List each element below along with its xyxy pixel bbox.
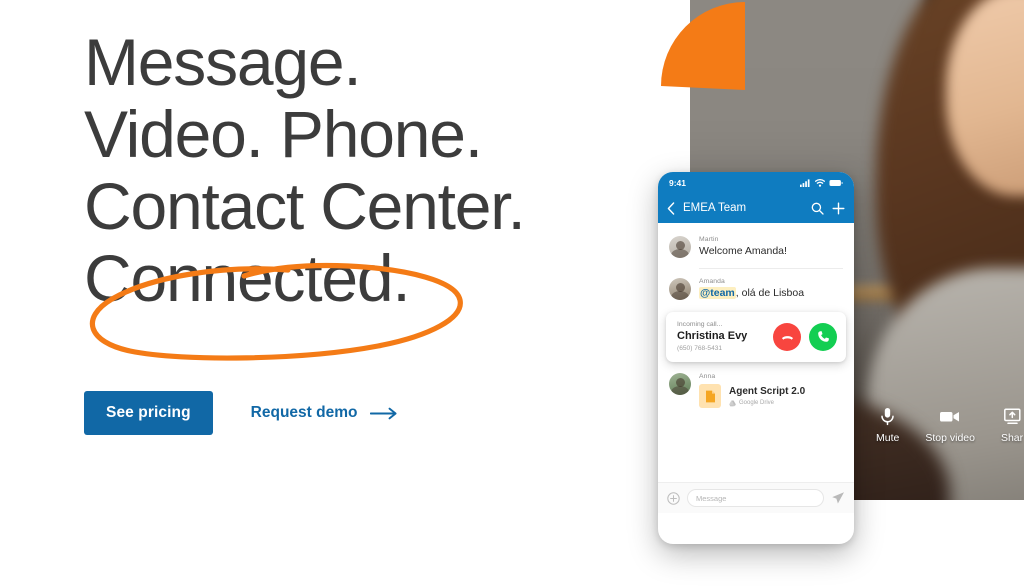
- hero-text-block: Message. Video. Phone. Contact Center. C…: [84, 25, 644, 361]
- google-drive-icon: [729, 400, 736, 406]
- decline-call-button[interactable]: [773, 322, 801, 351]
- search-icon[interactable]: [811, 202, 824, 215]
- mute-button[interactable]: Mute: [876, 407, 899, 444]
- cta-row: See pricing Request demo: [84, 391, 398, 435]
- conversation-title: EMEA Team: [683, 202, 747, 214]
- chevron-left-icon[interactable]: [667, 201, 675, 215]
- video-camera-icon: [940, 412, 960, 422]
- cellular-signal-icon: [800, 178, 810, 187]
- share-screen-button[interactable]: Shar: [1001, 407, 1023, 444]
- phone-hangup-icon: [781, 336, 793, 340]
- phone-answer-icon: [817, 331, 829, 342]
- share-screen-icon: [1003, 408, 1021, 425]
- message-author: Anna: [699, 373, 716, 380]
- message-content: Martin Welcome Amanda!: [699, 236, 843, 258]
- file-meta: Agent Script 2.0 Google Drive: [729, 386, 805, 407]
- microphone-icon: [881, 408, 894, 426]
- status-system-icons: [800, 178, 843, 187]
- stop-video-label: Stop video: [925, 432, 975, 444]
- battery-icon: [829, 179, 843, 186]
- message-composer: [658, 482, 854, 513]
- file-message-content: Anna Agent Script 2.0 Google Drive: [699, 373, 843, 408]
- file-source: Google Drive: [729, 400, 805, 407]
- phone-app-bar: EMEA Team: [658, 193, 854, 223]
- stop-video-button[interactable]: Stop video: [925, 407, 975, 444]
- send-icon[interactable]: [831, 491, 845, 505]
- file-attachment[interactable]: Agent Script 2.0 Google Drive: [699, 384, 843, 408]
- orange-wedge-decoration: [661, 2, 745, 90]
- avatar: [669, 373, 691, 395]
- message-text-rest: , olá de Lisboa: [735, 287, 805, 299]
- message-author: Martin: [699, 236, 719, 243]
- request-demo-link[interactable]: Request demo: [251, 404, 399, 422]
- video-call-controls: Mute Stop video Shar: [876, 407, 1023, 444]
- message-author: Amanda: [699, 278, 725, 285]
- mention-tag[interactable]: @team: [699, 287, 736, 299]
- see-pricing-button[interactable]: See pricing: [84, 391, 213, 435]
- arrow-right-icon: [370, 407, 398, 419]
- file-message-item[interactable]: Anna Agent Script 2.0 Google Drive: [658, 368, 854, 414]
- message-divider: [699, 268, 843, 269]
- avatar: [669, 236, 691, 258]
- phone-mockup: 9:41 EMEA Team Martin Welcome Amanda! Am…: [658, 172, 854, 544]
- incoming-call-card: Incoming call... Christina Evy (650) 768…: [666, 312, 846, 362]
- page-title: Message. Video. Phone. Contact Center. C…: [84, 25, 526, 315]
- message-text: @team, olá de Lisboa: [699, 287, 843, 300]
- file-name: Agent Script 2.0: [729, 385, 806, 397]
- plus-circle-icon[interactable]: [667, 491, 680, 505]
- phone-status-bar: 9:41: [658, 172, 854, 193]
- hero-page: Mute Stop video Shar 9:41 EMEA Team Mart…: [0, 0, 1024, 588]
- document-icon: [699, 384, 721, 408]
- message-text: Welcome Amanda!: [699, 245, 787, 257]
- status-time: 9:41: [669, 177, 687, 188]
- share-screen-label: Shar: [1000, 432, 1024, 444]
- caller-name: Christina Evy: [677, 330, 748, 342]
- wifi-icon: [815, 178, 825, 187]
- document-glyph: [705, 390, 715, 402]
- avatar: [669, 278, 691, 300]
- message-input[interactable]: [687, 489, 824, 507]
- incoming-call-label: Incoming call...: [677, 321, 723, 328]
- incoming-call-info: Incoming call... Christina Evy (650) 768…: [677, 321, 765, 352]
- message-item[interactable]: Martin Welcome Amanda!: [658, 231, 854, 264]
- message-item[interactable]: Amanda @team, olá de Lisboa: [658, 273, 854, 306]
- file-source-label: Google Drive: [739, 400, 775, 406]
- phone-conversation-body: Martin Welcome Amanda! Amanda @team, olá…: [658, 223, 854, 513]
- caller-number: (650) 768-5431: [677, 345, 723, 352]
- request-demo-label: Request demo: [250, 404, 358, 421]
- accept-call-button[interactable]: [809, 322, 837, 351]
- message-content: Amanda @team, olá de Lisboa: [699, 278, 843, 300]
- mute-label: Mute: [876, 432, 900, 444]
- plus-icon[interactable]: [832, 202, 845, 215]
